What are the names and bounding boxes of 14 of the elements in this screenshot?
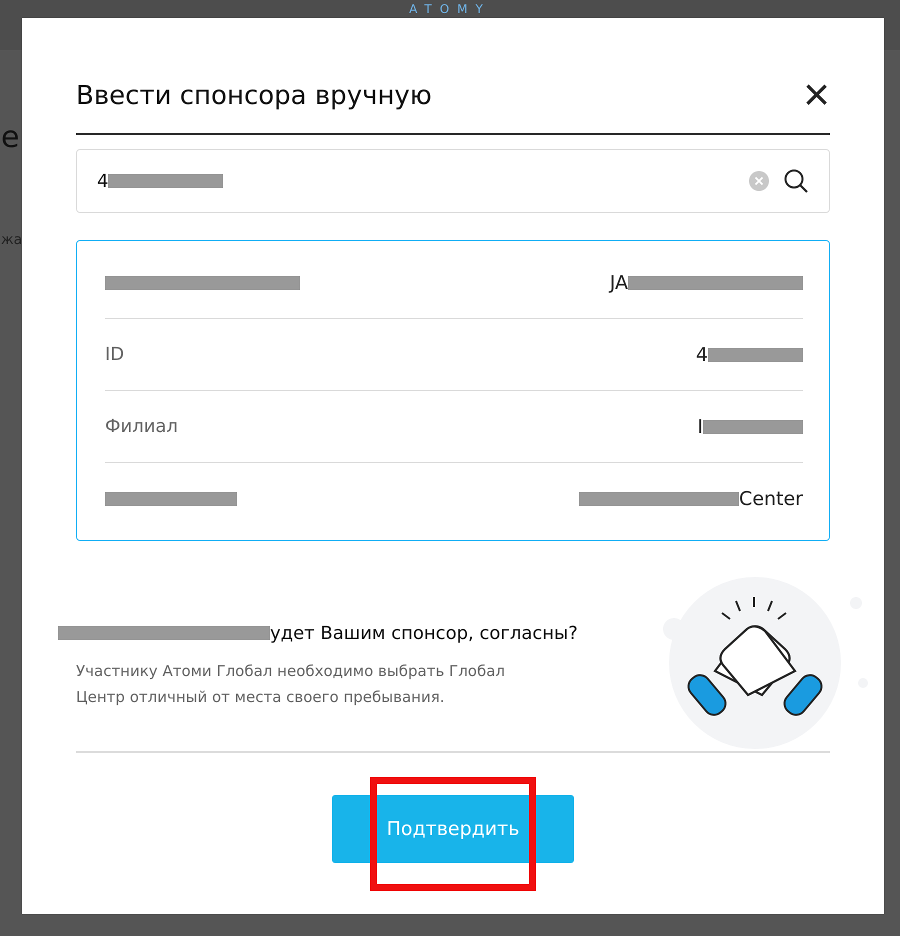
search-icon[interactable] <box>783 168 809 194</box>
field-value: I <box>697 416 703 438</box>
field-value: Center <box>739 488 803 510</box>
field-value: JA <box>610 272 628 294</box>
heading-fragment: е <box>1 120 20 156</box>
field-label: Филиал <box>105 416 178 437</box>
dialog-title: Ввести спонсора вручную <box>76 80 432 110</box>
note-text: Участнику Атоми Глобал необходимо выбрать Глобал Центр отличный от места своего пребывания. <box>76 660 506 708</box>
logo: ATOMY <box>409 2 491 16</box>
search-field[interactable]: 4 <box>76 149 830 213</box>
field-label: ID <box>105 344 124 365</box>
field-value: 4 <box>696 344 708 366</box>
confirm-question: удет Вашим спонсор, согласны? <box>270 622 578 644</box>
close-button[interactable]: × <box>803 70 830 116</box>
